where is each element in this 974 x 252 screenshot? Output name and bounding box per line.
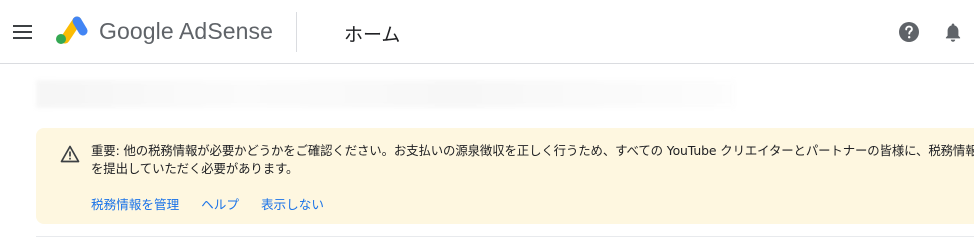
- blurred-content-placeholder: [36, 80, 736, 108]
- adsense-logo-icon[interactable]: [52, 14, 90, 46]
- help-link[interactable]: ヘルプ: [201, 194, 239, 214]
- page-title: ホーム: [344, 24, 401, 46]
- bell-icon[interactable]: [940, 19, 966, 45]
- notice-message: 重要: 他の税務情報が必要かどうかをご確認ください。お支払いの源泉徴収を正しく行…: [91, 143, 974, 176]
- header-divider: [296, 12, 297, 52]
- warning-icon: [60, 145, 80, 163]
- menu-icon[interactable]: [10, 19, 36, 45]
- product-name[interactable]: Google AdSense: [99, 18, 273, 45]
- tax-info-notice-banner: 重要: 他の税務情報が必要かどうかをご確認ください。お支払いの源泉徴収を正しく行…: [36, 128, 974, 224]
- section-divider: [36, 236, 974, 237]
- top-app-bar: Google AdSense ホーム: [0, 0, 974, 64]
- notice-actions: 税務情報を管理 ヘルプ 表示しない: [91, 194, 346, 214]
- manage-tax-info-link[interactable]: 税務情報を管理: [91, 194, 179, 214]
- dismiss-link[interactable]: 表示しない: [261, 194, 324, 214]
- help-icon[interactable]: [897, 20, 921, 44]
